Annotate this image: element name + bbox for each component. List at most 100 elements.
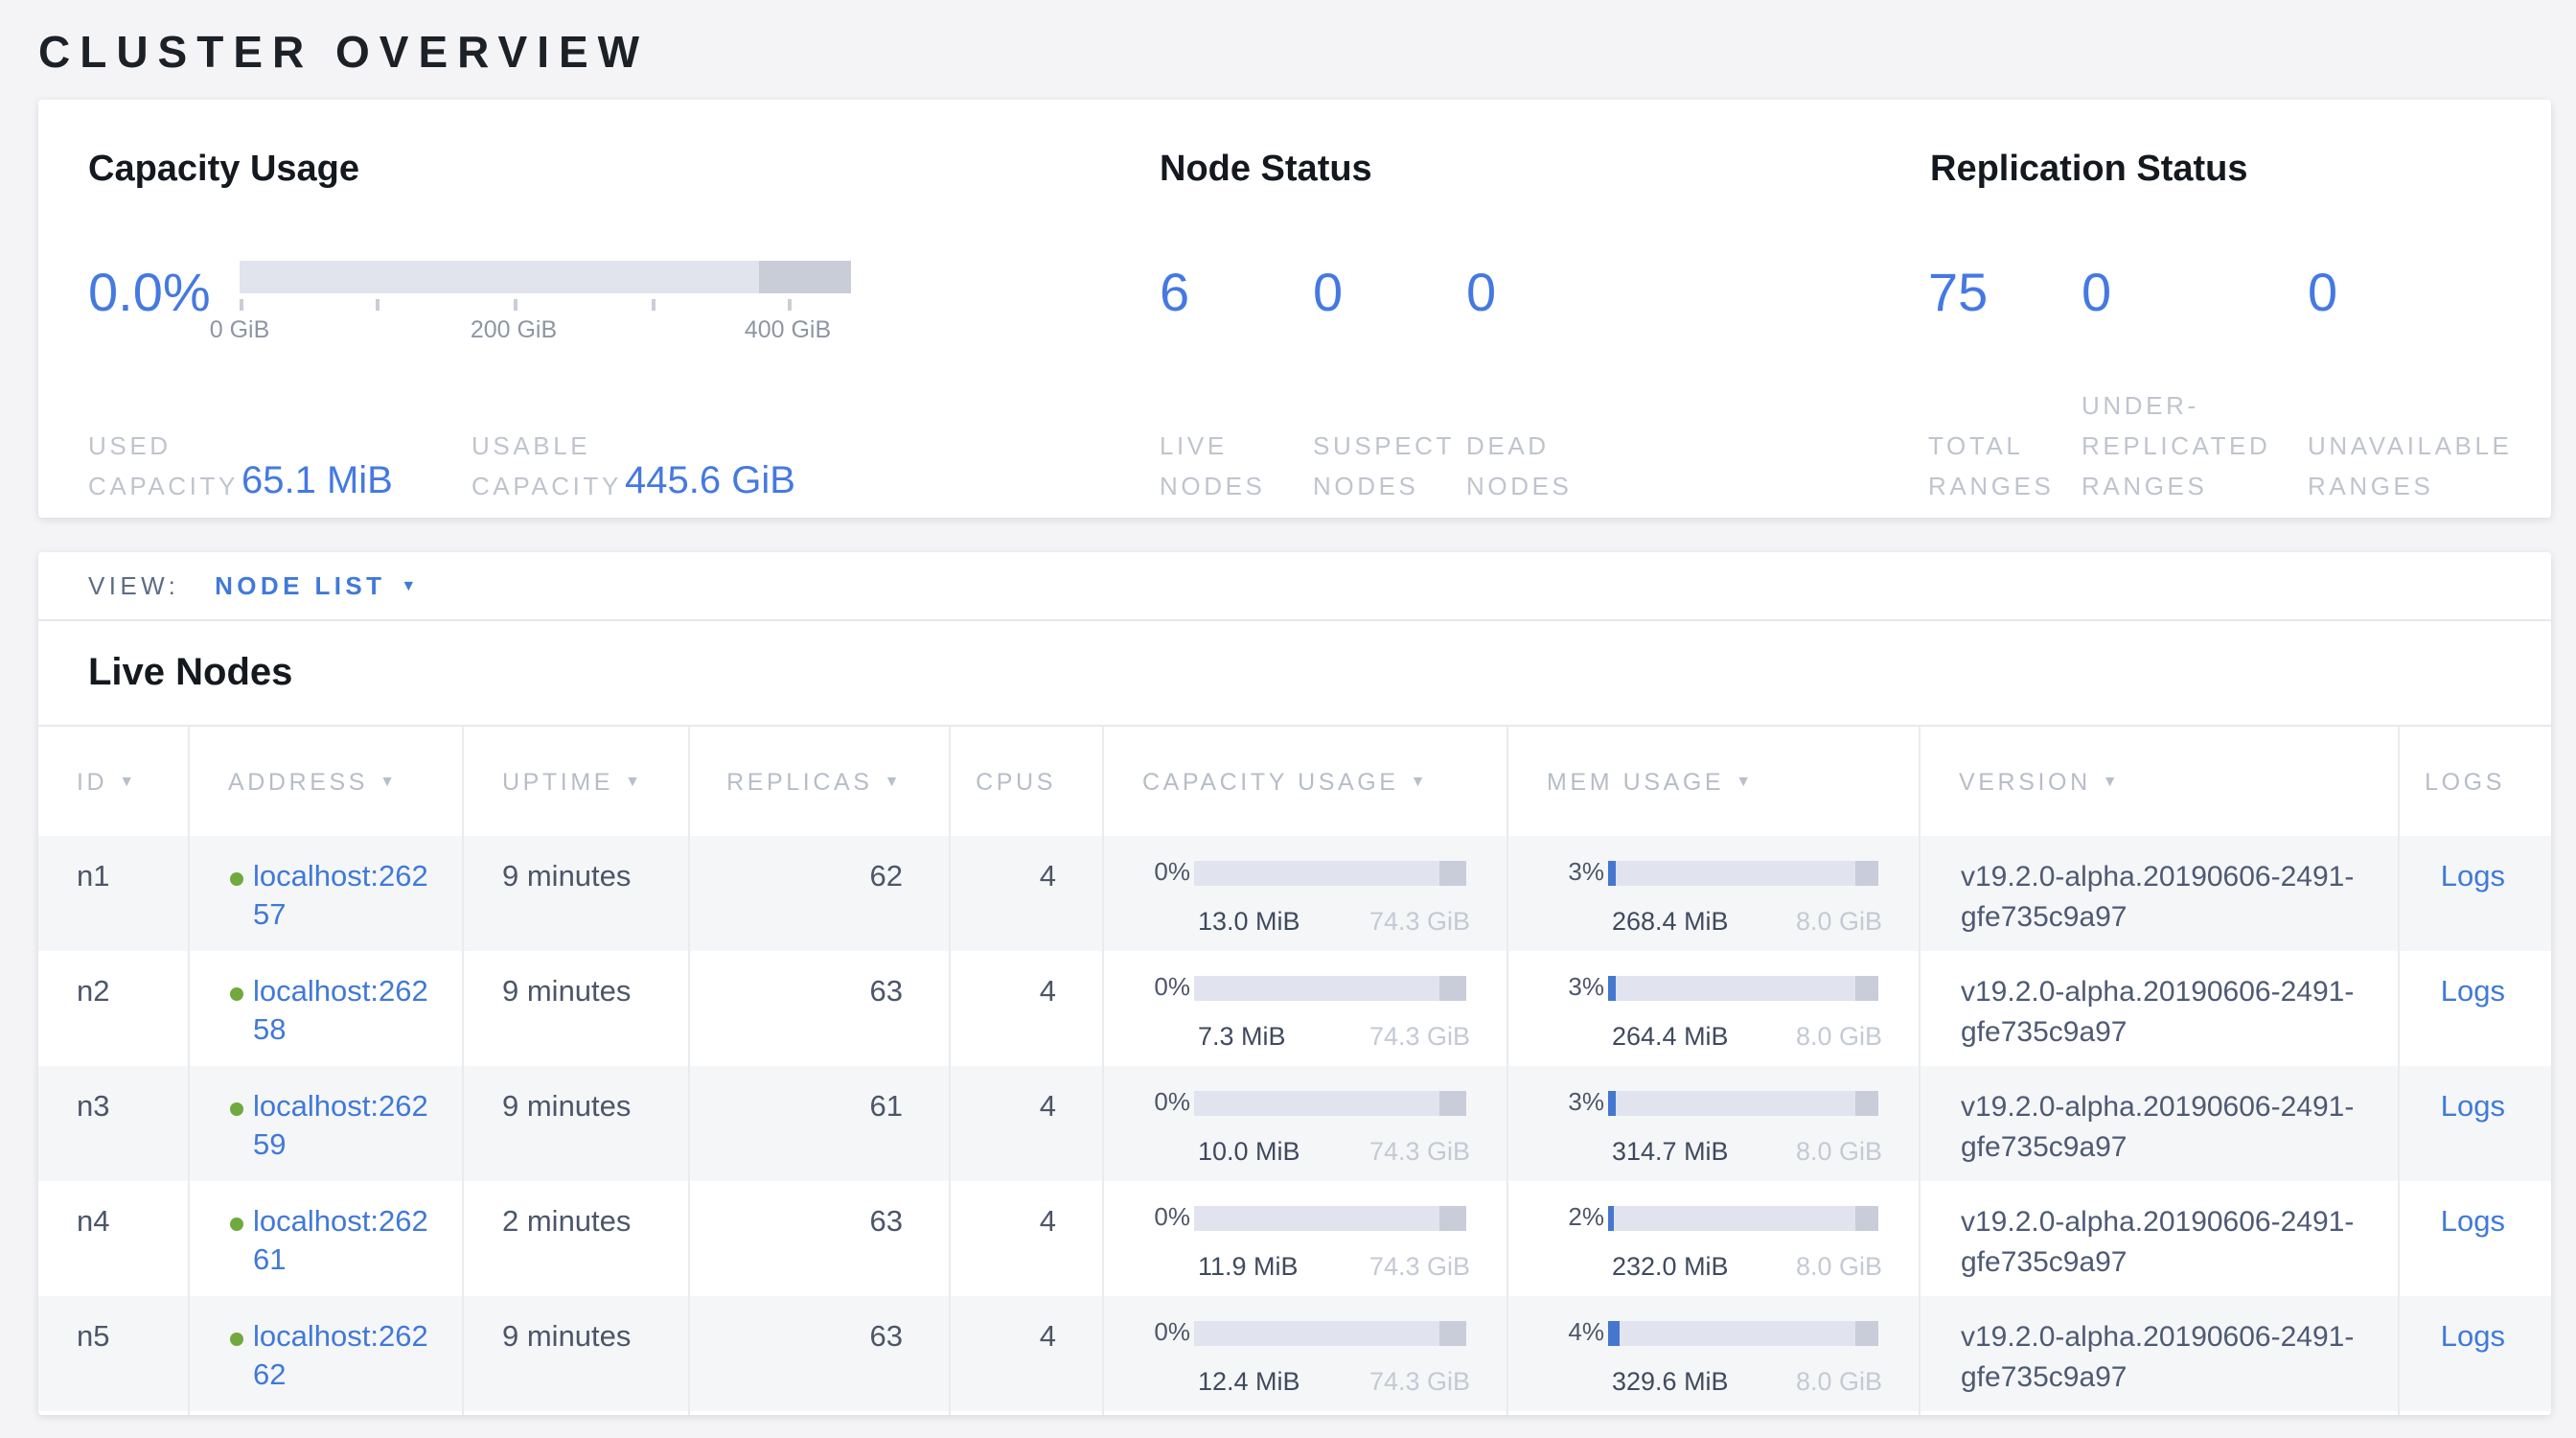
partial-row-cell	[464, 1411, 690, 1415]
node-status-metric-label-line: SUSPECT	[1313, 426, 1455, 466]
cell-capacity-usage-bar	[1194, 975, 1466, 1000]
usable-capacity-label-line: USABLE	[472, 426, 622, 466]
cell-capacity-usage-total: 74.3 GiB	[1369, 1363, 1470, 1402]
table-row: n4localhost:262612 minutes6340%11.9 MiB7…	[38, 1181, 2551, 1296]
table-header-row: ID▼ADDRESS▼UPTIME▼REPLICAS▼CPUSCAPACITY …	[38, 725, 2551, 836]
capacity-usage-title: Capacity Usage	[88, 150, 359, 192]
logs-link[interactable]: Logs	[2441, 1206, 2505, 1239]
sort-descending-icon: ▼	[380, 773, 398, 790]
axis-tick-label: 200 GiB	[471, 316, 557, 343]
cell-capacity-usage: 0%7.3 MiB74.3 GiB	[1104, 951, 1508, 1066]
usable-capacity-label-line: CAPACITY	[472, 466, 622, 506]
cell-cpus: 4	[951, 1066, 1104, 1181]
address-link-wrap[interactable]: 61	[190, 1242, 462, 1281]
cell-mem-usage-bar-reserved	[1855, 1090, 1878, 1115]
cell-version: v19.2.0-alpha.20190606-2491-gfe735c9a97	[1920, 951, 2400, 1066]
address-link-wrap[interactable]: 59	[190, 1127, 462, 1166]
node-status-metric-label-line: LIVE	[1160, 426, 1265, 466]
cell-mem-usage: 4%329.6 MiB8.0 GiB	[1508, 1296, 1920, 1411]
column-header-replicas[interactable]: REPLICAS▼	[690, 727, 951, 836]
cell-mem-usage-total: 8.0 GiB	[1796, 903, 1882, 941]
logs-link[interactable]: Logs	[2441, 1321, 2505, 1354]
node-status-metric-label-line: NODES	[1160, 466, 1265, 506]
address-link-wrap[interactable]: 58	[190, 1012, 462, 1051]
capacity-used-percent: 0.0%	[88, 265, 211, 322]
cell-capacity-usage-bar	[1194, 1205, 1466, 1230]
address-line1: localhost:262	[190, 859, 462, 897]
cell-version: v19.2.0-alpha.20190606-2491-gfe735c9a97	[1920, 1181, 2400, 1296]
cell-version: v19.2.0-alpha.20190606-2491-gfe735c9a97	[1920, 1296, 2400, 1411]
cell-capacity-usage-bar-line: 0%	[1104, 1313, 1506, 1352]
address-link-wrap[interactable]: 57	[190, 897, 462, 936]
table-row: n2localhost:262589 minutes6340%7.3 MiB74…	[38, 951, 2551, 1066]
column-header-uptime[interactable]: UPTIME▼	[464, 727, 690, 836]
version-line1: v19.2.0-alpha.20190606-2491-	[1961, 1204, 2398, 1243]
view-selector-bar: VIEW: NODE LIST▼	[38, 552, 2551, 621]
cell-capacity-usage-used: 12.4 MiB	[1198, 1363, 1300, 1402]
replication-status-metric-value: 0	[2082, 265, 2111, 322]
used-capacity-label-line: USED	[88, 426, 239, 466]
column-header-id[interactable]: ID▼	[38, 727, 190, 836]
node-status-metric-label: LIVENODES	[1160, 426, 1265, 506]
column-header-label: CAPACITY USAGE	[1142, 768, 1399, 795]
cell-capacity-usage-bar-reserved	[1439, 975, 1466, 1000]
cell-replicas: 63	[690, 1296, 951, 1411]
column-header-address[interactable]: ADDRESS▼	[190, 727, 464, 836]
view-dropdown[interactable]: NODE LIST▼	[215, 552, 421, 621]
used-capacity-label-line: CAPACITY	[88, 466, 239, 506]
replication-status-metric-label-line: RANGES	[2308, 466, 2513, 506]
column-header-capacity[interactable]: CAPACITY USAGE▼	[1104, 727, 1508, 836]
address-link[interactable]: localhost:262	[253, 1319, 428, 1357]
version-line2: gfe735c9a97	[1961, 1243, 2398, 1283]
node-status-metric-label-line: DEAD	[1466, 426, 1572, 466]
axis-tick	[652, 299, 656, 311]
address-link[interactable]: localhost:262	[253, 1204, 428, 1242]
cell-mem-usage-used: 268.4 MiB	[1612, 903, 1729, 941]
cell-mem-usage-bar-line: 3%	[1508, 968, 1919, 1007]
partial-row-cell	[190, 1411, 464, 1415]
live-nodes-card: VIEW: NODE LIST▼ Live Nodes ID▼ADDRESS▼U…	[38, 552, 2551, 1415]
cell-replicas: 63	[690, 951, 951, 1066]
cell-mem-usage-percent: 2%	[1508, 1198, 1608, 1237]
logs-link[interactable]: Logs	[2441, 861, 2505, 893]
address-link[interactable]: localhost:262	[253, 1089, 428, 1127]
cell-capacity-usage-values: 10.0 MiB74.3 GiB	[1198, 1122, 1470, 1171]
address-link-wrap[interactable]: 62	[190, 1357, 462, 1396]
node-status-metric-label: SUSPECTNODES	[1313, 426, 1455, 506]
column-header-memory[interactable]: MEM USAGE▼	[1508, 727, 1920, 836]
address-link[interactable]: localhost:262	[253, 974, 428, 1012]
partial-row-cell	[1920, 1411, 2400, 1415]
node-status-metric-label: DEADNODES	[1466, 426, 1572, 506]
logs-link[interactable]: Logs	[2441, 976, 2505, 1009]
cell-mem-usage-values: 232.0 MiB8.0 GiB	[1612, 1237, 1882, 1287]
logs-link[interactable]: Logs	[2441, 1091, 2505, 1124]
cell-mem-usage-bar-fill	[1608, 1320, 1620, 1345]
cell-mem-usage-bar-line: 4%	[1508, 1313, 1919, 1352]
version-line1: v19.2.0-alpha.20190606-2491-	[1961, 1319, 2398, 1358]
address-line1: localhost:262	[190, 1204, 462, 1242]
capacity-usage-meter: 0 GiB200 GiB400 GiB	[240, 261, 851, 349]
cell-capacity-usage-values: 12.4 MiB 74.3 GiB	[1198, 1352, 1470, 1402]
cell-mem-usage-total: 8.0 GiB	[1796, 1363, 1882, 1402]
version-line2: gfe735c9a97	[1961, 1128, 2398, 1168]
live-status-dot-icon	[230, 986, 243, 1000]
sort-descending-icon: ▼	[2103, 773, 2121, 790]
node-status-metric-value: 6	[1160, 265, 1189, 322]
address-link[interactable]: localhost:262	[253, 859, 428, 897]
cell-capacity-usage-bar-line: 0%	[1104, 968, 1506, 1007]
cell-mem-usage-bar	[1608, 1205, 1878, 1230]
cell-capacity-usage-values: 13.0 MiB74.3 GiB	[1198, 892, 1470, 941]
partial-row-cell	[2400, 1411, 2551, 1415]
column-header-label: ID	[77, 768, 107, 795]
cell-uptime: 9 minutes	[464, 836, 690, 951]
version-line1: v19.2.0-alpha.20190606-2491-	[1961, 859, 2398, 898]
cell-capacity-usage: 0%10.0 MiB74.3 GiB	[1104, 1066, 1508, 1181]
cell-capacity-usage-bar-line: 0%	[1104, 1083, 1506, 1122]
column-header-label: MEM USAGE	[1547, 768, 1724, 795]
column-header-version[interactable]: VERSION▼	[1920, 727, 2400, 836]
live-status-dot-icon	[230, 1217, 243, 1230]
cell-mem-usage-bar-reserved	[1855, 975, 1878, 1000]
column-header-label: REPLICAS	[726, 768, 872, 795]
cell-node-id: n2	[38, 951, 190, 1066]
axis-tick-label: 0 GiB	[210, 316, 270, 343]
